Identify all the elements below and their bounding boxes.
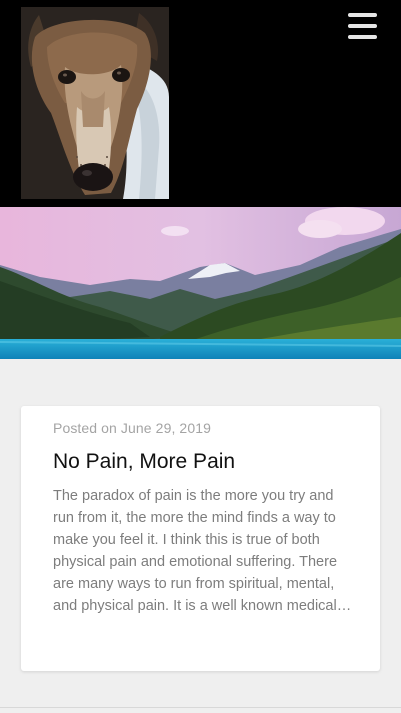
post-title[interactable]: No Pain, More Pain [53,448,235,476]
post-card: Posted on June 29, 2019 No Pain, More Pa… [21,406,380,671]
dog-photo-image [21,7,169,199]
menu-bar-icon [348,24,377,28]
page-divider [0,707,401,708]
site-header [0,0,401,207]
post-excerpt: The paradox of pain is the more you try … [53,488,352,614]
site-logo-dog-photo[interactable] [21,7,169,199]
post-date[interactable]: Posted on June 29, 2019 [53,420,211,436]
menu-bar-icon [348,13,377,17]
hero-landscape-image [0,207,401,359]
menu-bar-icon [348,35,377,39]
hamburger-menu-button[interactable] [343,9,381,45]
